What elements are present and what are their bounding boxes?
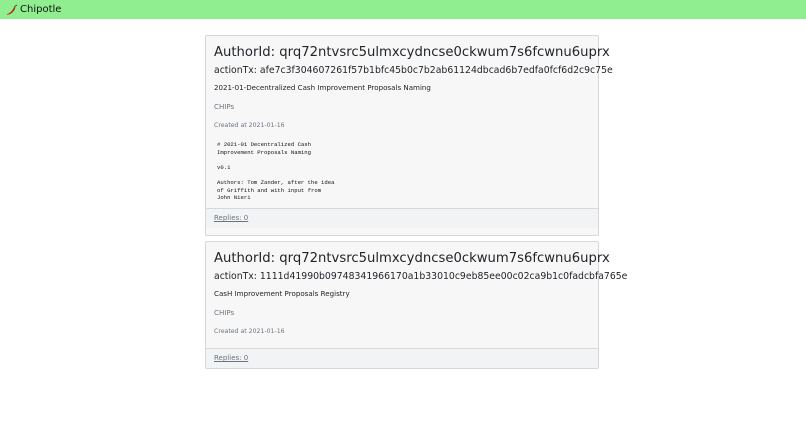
post-action-tx: actionTx: 1111d41990b09748341966170a1b33… [214, 271, 628, 282]
post-title: CasH Improvement Proposals Registry [214, 289, 350, 298]
brand-link[interactable]: Chipotle [5, 4, 61, 16]
post-author-id: AuthorId: qrq72ntvsrc5ulmxcydncse0ckwum7… [214, 45, 610, 60]
top-navbar: Chipotle [0, 0, 806, 19]
post-title: 2021-01-Decentralized Cash Improvement P… [214, 83, 431, 92]
post-category: CHIPs [214, 102, 235, 111]
post-created-date: Created at 2021-01-16 [214, 328, 285, 335]
post-author-id: AuthorId: qrq72ntvsrc5ulmxcydncse0ckwum7… [214, 251, 610, 266]
post-footer: Replies: 0 [206, 208, 598, 228]
post-created-date: Created at 2021-01-16 [214, 122, 285, 129]
post-body: AuthorId: qrq72ntvsrc5ulmxcydncse0ckwum7… [206, 242, 628, 348]
post-category: CHIPs [214, 308, 235, 317]
chili-pepper-icon [6, 4, 18, 15]
post-content: # 2021-01 Decentralized Cash Improvement… [217, 141, 335, 202]
post-action-tx: actionTx: afe7c3f304607261f57b1bfc45b0c7… [214, 65, 613, 76]
post-card: AuthorId: qrq72ntvsrc5ulmxcydncse0ckwum7… [205, 241, 628, 369]
replies-link[interactable]: Replies: 0 [214, 354, 248, 362]
post-body: AuthorId: qrq72ntvsrc5ulmxcydncse0ckwum7… [206, 36, 613, 208]
posts-container: AuthorId: qrq72ntvsrc5ulmxcydncse0ckwum7… [205, 35, 628, 374]
replies-link[interactable]: Replies: 0 [214, 214, 248, 222]
post-card: AuthorId: qrq72ntvsrc5ulmxcydncse0ckwum7… [205, 35, 613, 236]
brand-label: Chipotle [20, 4, 62, 15]
post-footer: Replies: 0 [206, 348, 598, 368]
